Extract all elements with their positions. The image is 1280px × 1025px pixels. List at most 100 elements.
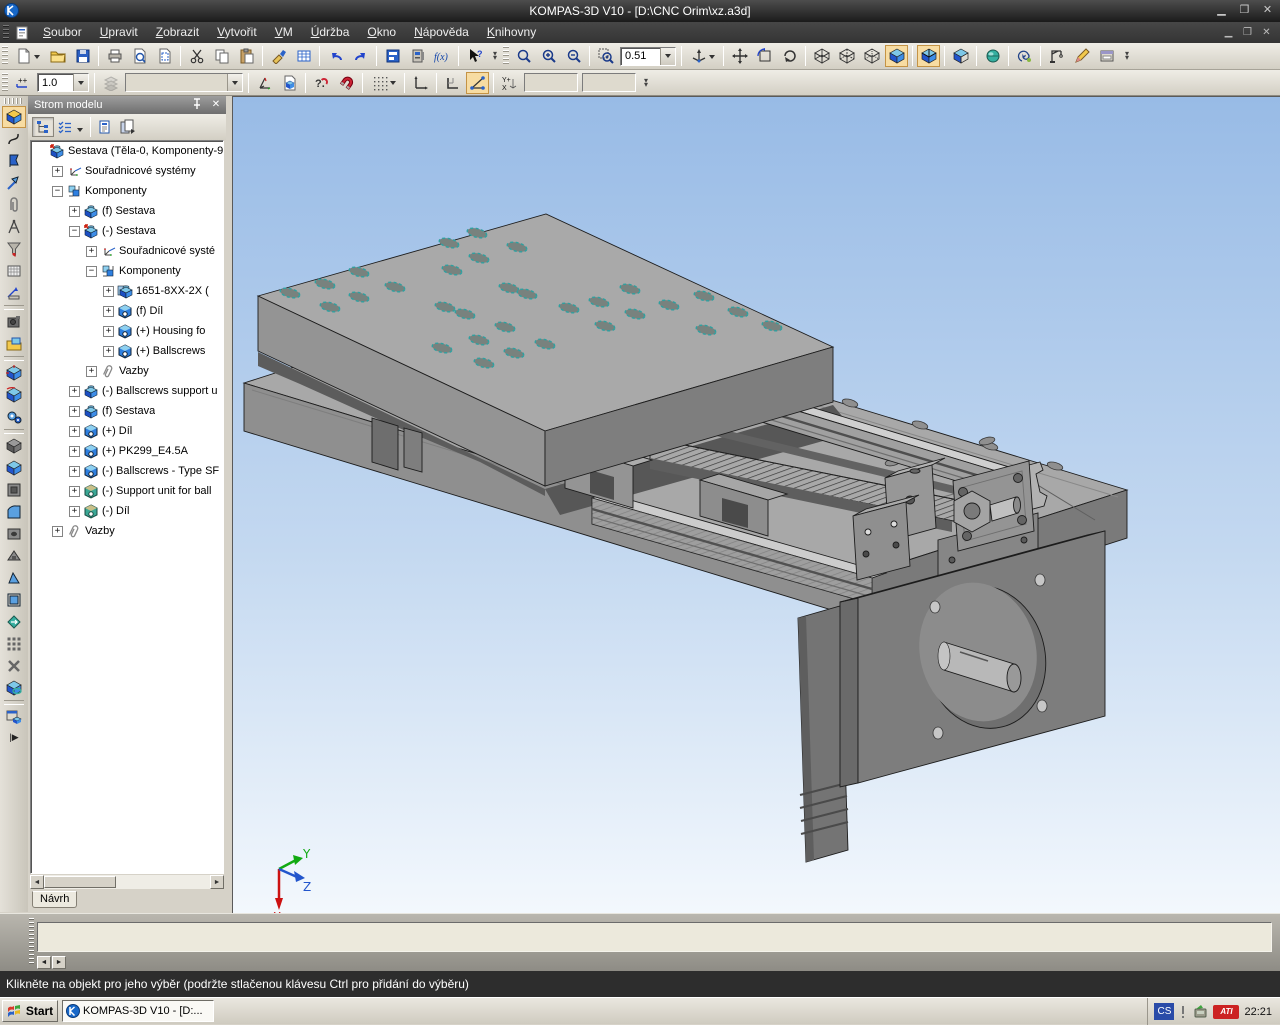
open-folder-button[interactable]	[2, 333, 26, 355]
paperclip-button[interactable]	[2, 194, 26, 216]
prop-scroll-left-icon[interactable]: ◄	[37, 956, 51, 969]
slot-button[interactable]	[2, 545, 26, 567]
ati-tray-icon[interactable]: ATI	[1213, 1005, 1239, 1019]
paste-button[interactable]	[235, 45, 258, 67]
toolbar-gripper[interactable]	[2, 73, 8, 93]
mdi-close-button[interactable]: ✕	[1259, 27, 1274, 38]
new-document-button[interactable]	[11, 45, 44, 67]
expand-icon[interactable]: +	[52, 166, 63, 177]
expand-icon[interactable]: +	[69, 486, 80, 497]
expand-toolbar-button[interactable]: |▶	[2, 730, 26, 744]
toolbar-gripper[interactable]	[503, 46, 509, 66]
expand-icon[interactable]: +	[52, 526, 63, 537]
document-structure-button[interactable]	[94, 117, 116, 137]
coordinates-button[interactable]: Y+X	[498, 72, 521, 94]
tree-item[interactable]: +(-) Díl	[31, 501, 223, 521]
tree-item-label[interactable]: Vazby	[85, 525, 115, 537]
panel-header[interactable]: Strom modelu ✕	[28, 96, 226, 114]
layer-combo-dropdown-icon[interactable]	[227, 74, 242, 91]
mesh-button[interactable]	[2, 260, 26, 282]
tree-item-label[interactable]: (-) Ballscrews support u	[102, 385, 218, 397]
taskbar-task-kompas[interactable]: KOMPAS-3D V10 - [D:...	[62, 1000, 214, 1022]
page-setup-button[interactable]	[153, 45, 176, 67]
panel-close-icon[interactable]: ✕	[209, 98, 223, 112]
scrollbar-thumb[interactable]	[44, 876, 116, 888]
menu-vm[interactable]: VM	[266, 22, 302, 43]
menu-vytvoit[interactable]: Vytvořit	[208, 22, 266, 43]
variables-button[interactable]: f(x)	[431, 45, 454, 67]
tree-item-label[interactable]: (-) Ballscrews - Type SF	[102, 465, 219, 477]
tray-pen-icon[interactable]	[1179, 1004, 1187, 1019]
tree-item-label[interactable]: (f) Díl	[136, 305, 163, 317]
scroll-right-icon[interactable]: ►	[210, 875, 224, 889]
coordinate-field-y[interactable]	[582, 73, 636, 92]
gears-button[interactable]	[2, 406, 26, 428]
redo-button[interactable]	[349, 45, 372, 67]
expand-icon[interactable]: +	[86, 246, 97, 257]
tree-item[interactable]: + Vazby	[31, 521, 223, 541]
calculator-button[interactable]	[406, 45, 429, 67]
tree-item-label[interactable]: (-) Díl	[102, 505, 130, 517]
filter-button[interactable]	[2, 238, 26, 260]
tree-item-label[interactable]: 1651-8XX-2X (	[136, 285, 209, 297]
expand-icon[interactable]: +	[69, 206, 80, 217]
rib-button[interactable]	[2, 567, 26, 589]
move-cube-button[interactable]	[2, 362, 26, 384]
orientation-button[interactable]	[686, 45, 719, 67]
snap-magnet-button[interactable]	[335, 72, 358, 94]
mdi-restore-button[interactable]: ❐	[1240, 27, 1255, 38]
open-button[interactable]	[46, 45, 69, 67]
tab-navrh[interactable]: Návrh	[32, 891, 77, 908]
rotate-cube-button[interactable]	[2, 384, 26, 406]
tree-item[interactable]: +(-) Ballscrews support u	[31, 381, 223, 401]
tree-item-label[interactable]: Sestava (Těla-0, Komponenty-9)	[68, 145, 223, 157]
zoom-out-button[interactable]	[562, 45, 585, 67]
collapse-icon[interactable]: −	[69, 226, 80, 237]
menu-upravit[interactable]: Upravit	[91, 22, 147, 43]
tree-item[interactable]: −(-) Sestava	[31, 221, 223, 241]
pin-icon[interactable]	[192, 98, 206, 112]
hidden-lines-button[interactable]	[835, 45, 858, 67]
extrude-blue-button[interactable]	[2, 457, 26, 479]
step-combo-dropdown-icon[interactable]	[73, 74, 88, 91]
tree-item-label[interactable]: Komponenty	[119, 265, 181, 277]
tree-item-label[interactable]: Souřadnicové systémy	[85, 165, 196, 177]
tree-item-label[interactable]: (+) Ballscrews	[136, 345, 205, 357]
macro-button[interactable]	[1045, 45, 1068, 67]
snap-query-button[interactable]: ?.	[310, 72, 333, 94]
menu-knihovny[interactable]: Knihovny	[478, 22, 545, 43]
tree-item-label[interactable]: Vazby	[119, 365, 149, 377]
current-step-button[interactable]: ++	[11, 72, 34, 94]
local-csys-button[interactable]	[253, 72, 276, 94]
shaded-edges-button[interactable]	[917, 45, 940, 67]
menu-drba[interactable]: Údržba	[302, 22, 359, 43]
coordinate-field-x[interactable]	[524, 73, 578, 92]
properties-panel-button[interactable]	[1095, 45, 1118, 67]
expand-icon[interactable]: +	[69, 406, 80, 417]
expand-icon[interactable]: +	[103, 306, 114, 317]
copy-structure-button[interactable]	[116, 117, 138, 137]
tree-structure-button[interactable]	[32, 117, 54, 137]
scroll-left-icon[interactable]: ◄	[30, 875, 44, 889]
shell-button[interactable]	[2, 589, 26, 611]
leftbar-gripper[interactable]	[4, 98, 24, 104]
toolbar-overflow-chevron[interactable]: ▾▾	[1121, 52, 1133, 60]
start-button[interactable]: Start	[2, 1000, 58, 1022]
tree-item-label[interactable]: Komponenty	[85, 185, 147, 197]
language-indicator[interactable]: CS	[1154, 1003, 1174, 1020]
tree-item-label[interactable]: (+) PK299_E4.5A	[102, 445, 188, 457]
tree-item-label[interactable]: (f) Sestava	[102, 405, 155, 417]
layers-button[interactable]	[99, 72, 122, 94]
tree-item-label[interactable]: (-) Support unit for ball	[102, 485, 211, 497]
tree-item[interactable]: +(+) Ballscrews	[31, 341, 223, 361]
tree-item[interactable]: + (f) Sestava	[31, 401, 223, 421]
hidden-thin-button[interactable]	[860, 45, 883, 67]
print-preview-button[interactable]	[128, 45, 151, 67]
blue-ribbon-button[interactable]	[2, 150, 26, 172]
tree-item-label[interactable]: Souřadnicové systé	[119, 245, 215, 257]
property-input-field[interactable]	[37, 922, 1272, 952]
tree-item[interactable]: +(+) Housing fo	[31, 321, 223, 341]
frame-button[interactable]	[2, 479, 26, 501]
close-button[interactable]: ✕	[1259, 2, 1276, 17]
arrow-flag-button[interactable]	[2, 172, 26, 194]
